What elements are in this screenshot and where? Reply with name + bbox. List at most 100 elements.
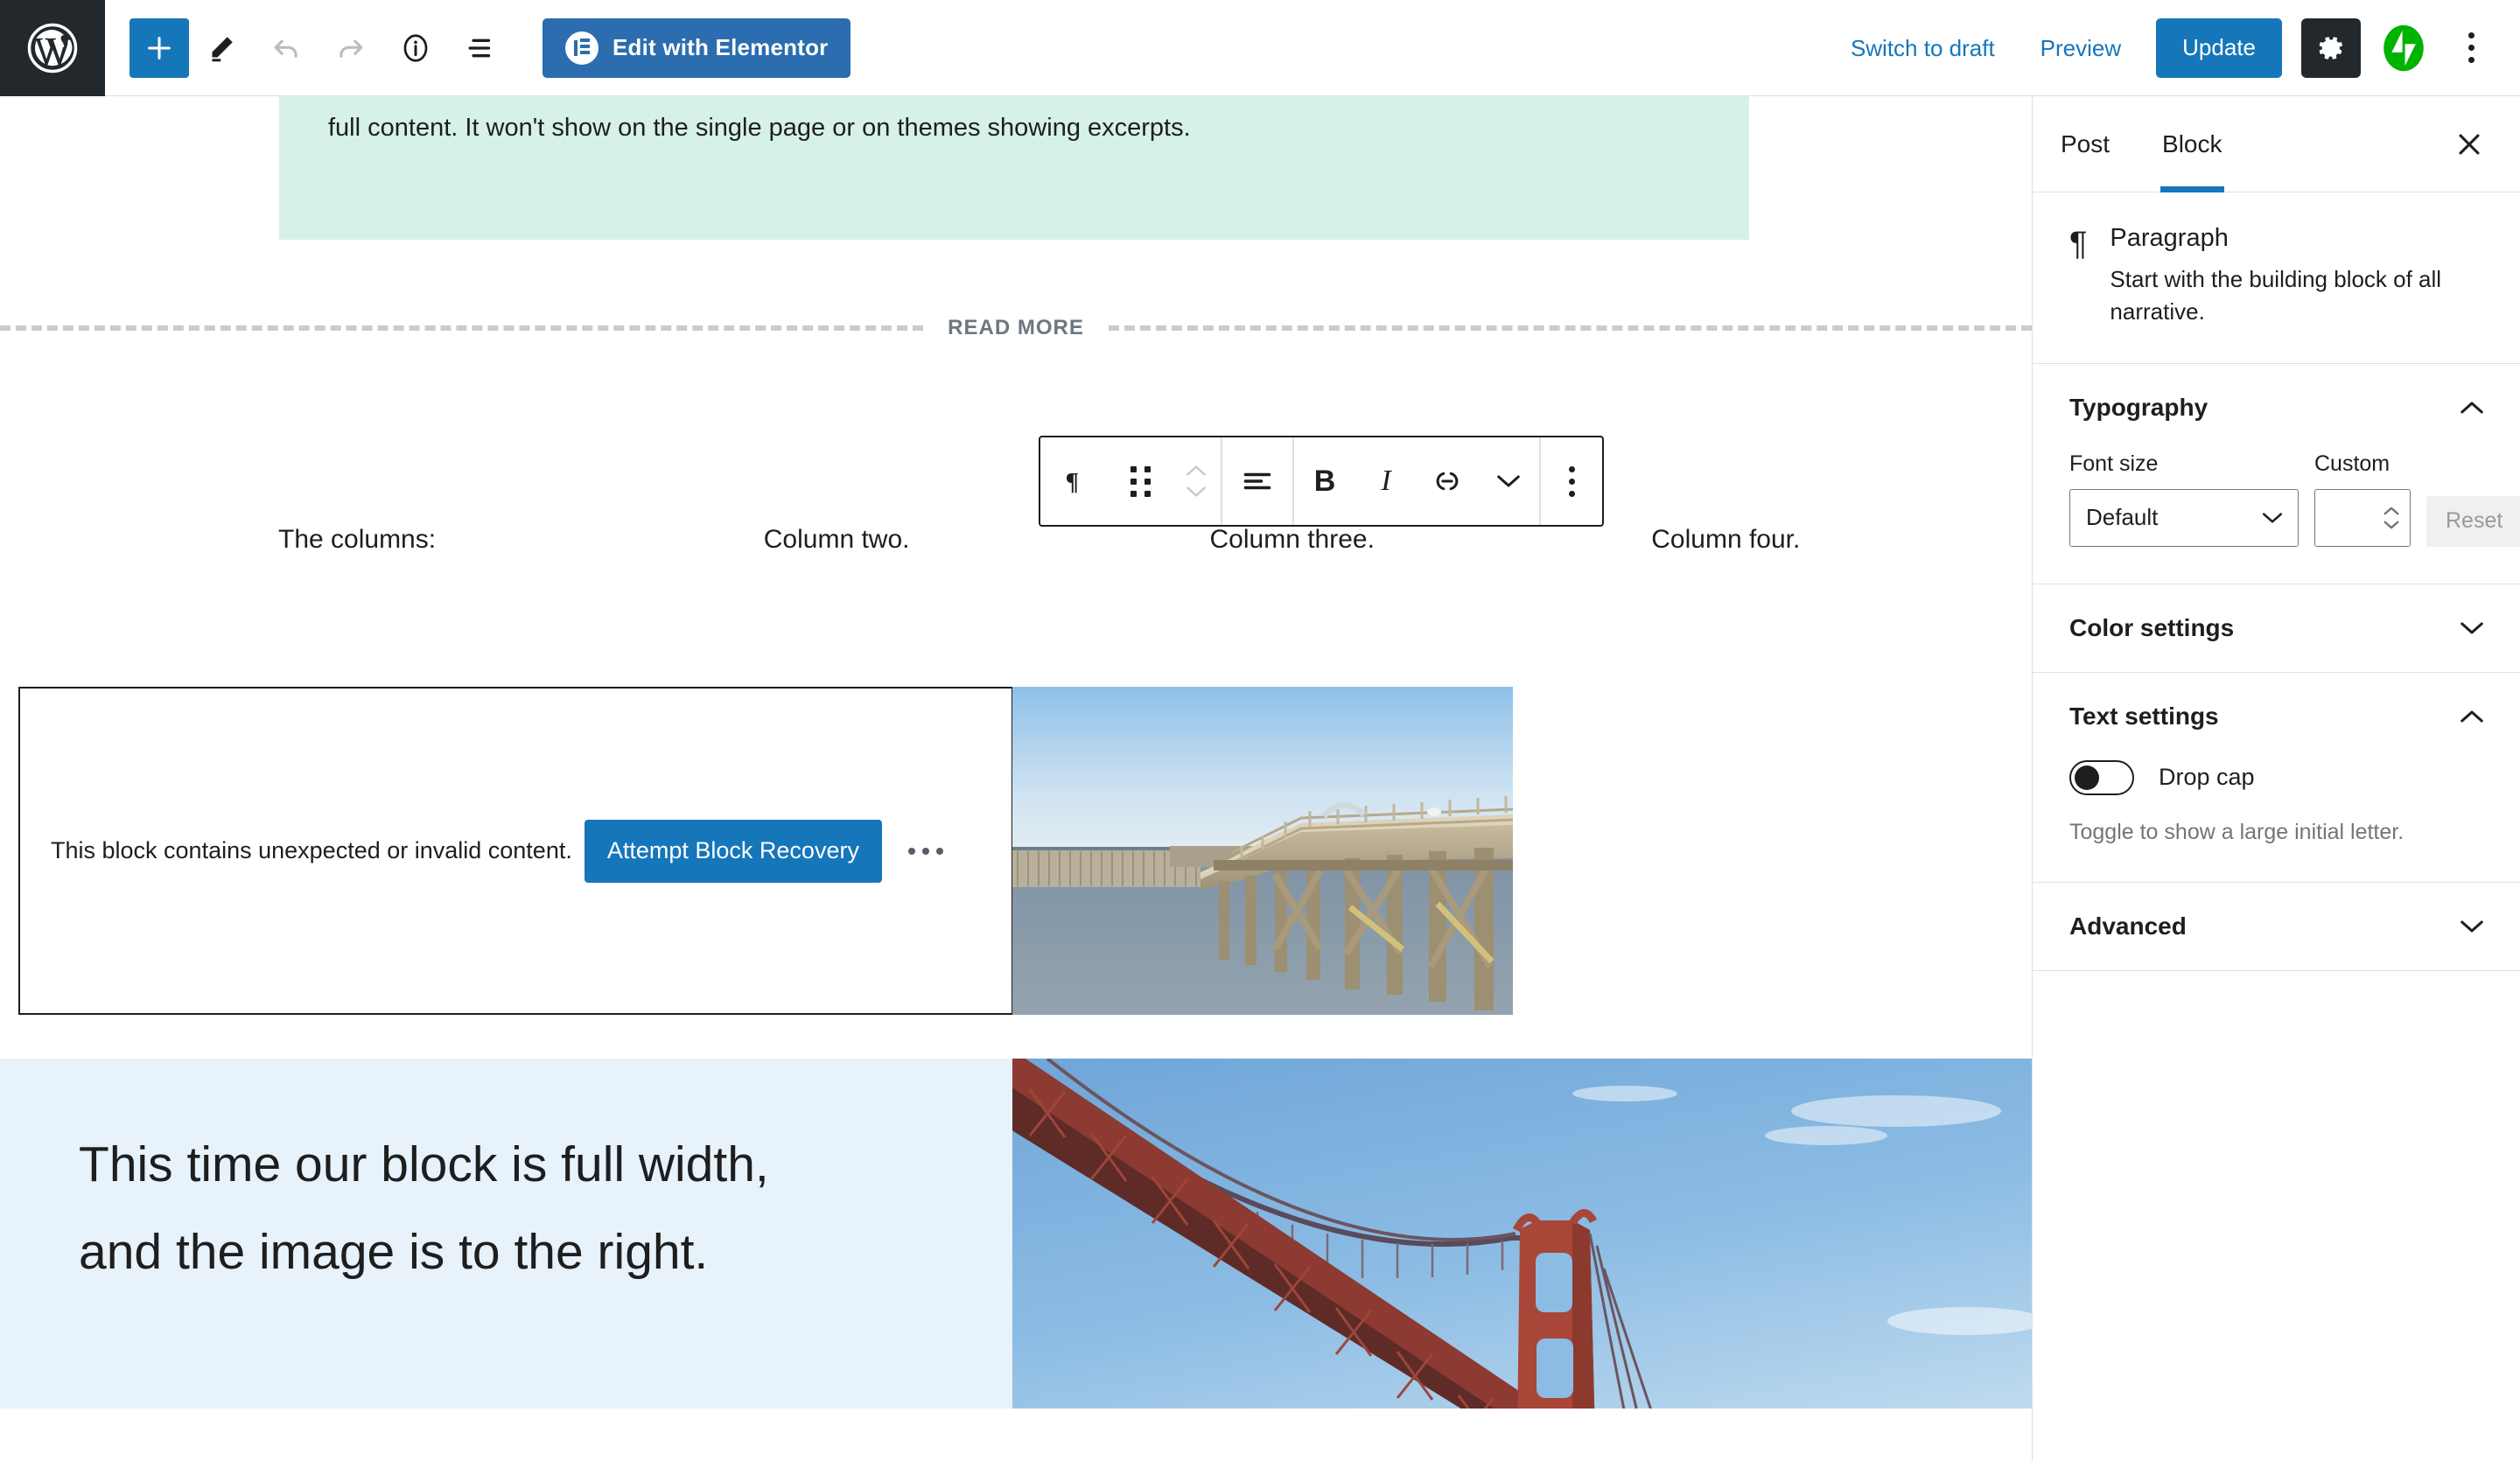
add-block-button[interactable] (130, 18, 189, 78)
font-size-label: Font size (2069, 451, 2299, 477)
kebab-menu-icon (1569, 466, 1575, 497)
panel-advanced: Advanced (2033, 883, 2520, 971)
drop-cap-toggle[interactable] (2069, 760, 2134, 795)
kebab-menu-icon-dot (2468, 32, 2474, 38)
custom-font-size-label: Custom (2314, 451, 2411, 477)
column-2-paragraph[interactable]: Column two. (659, 525, 1144, 604)
elementor-icon (565, 31, 598, 65)
settings-sidebar: Post Block ¶ Paragraph Start with the bu… (2032, 96, 2520, 1461)
close-sidebar-button[interactable] (2441, 116, 2497, 172)
undo-button[interactable] (254, 16, 318, 80)
block-card-title: Paragraph (2110, 224, 2460, 253)
panel-advanced-title: Advanced (2069, 912, 2187, 940)
panel-typography-header[interactable]: Typography (2033, 364, 2520, 451)
custom-font-size-input[interactable] (2314, 489, 2411, 547)
panel-text-settings-header[interactable]: Text settings (2033, 673, 2520, 760)
redo-icon (334, 31, 368, 65)
edit-with-elementor-button[interactable]: Edit with Elementor (542, 18, 850, 78)
block-type-button[interactable]: ¶ (1040, 437, 1110, 525)
jetpack-icon (2379, 24, 2428, 73)
wordpress-logo[interactable] (0, 0, 105, 96)
wordpress-logo-icon (26, 22, 79, 74)
drag-handle-icon (1130, 466, 1152, 497)
custom-font-size-field: Custom (2314, 451, 2411, 547)
plus-icon (144, 33, 174, 63)
media-text-content[interactable]: This time our block is full width, and t… (0, 1059, 1012, 1409)
kebab-menu-icon-dot (2468, 57, 2474, 63)
panel-color-settings-title: Color settings (2069, 614, 2234, 642)
more-options-button[interactable] (2445, 18, 2497, 78)
media-text-line-1: This time our block is full width, (79, 1122, 934, 1209)
undo-icon (270, 31, 303, 65)
panel-advanced-header[interactable]: Advanced (2033, 883, 2520, 970)
jetpack-button[interactable] (2376, 21, 2431, 75)
sidebar-tabs: Post Block (2033, 96, 2520, 192)
block-toolbar: ¶ (1039, 436, 1604, 527)
excerpt-paragraph-block[interactable]: full content. It won't show on the singl… (279, 96, 1749, 240)
chevron-down-icon (1495, 472, 1522, 490)
gear-icon (2316, 33, 2346, 63)
panel-typography: Typography Font size Default (2033, 364, 2520, 584)
block-toolbar-block-group: ¶ (1040, 437, 1221, 525)
attempt-block-recovery-button[interactable]: Attempt Block Recovery (584, 820, 882, 883)
block-card-description: Start with the building block of all nar… (2110, 263, 2460, 328)
chevron-up-icon (2459, 399, 2485, 416)
chevron-up-icon[interactable] (1185, 464, 1208, 478)
chevron-down-icon[interactable] (1185, 485, 1208, 499)
invalid-block[interactable]: This block contains unexpected or invali… (18, 687, 1013, 1015)
drag-handle-button[interactable] (1110, 437, 1172, 525)
panel-color-settings-header[interactable]: Color settings (2033, 584, 2520, 672)
media-text-image[interactable] (1012, 1059, 2032, 1409)
pier-image-block[interactable] (1012, 687, 1513, 1015)
chevron-up-icon[interactable] (2382, 506, 2401, 517)
kebab-menu-icon-dot (2468, 45, 2474, 51)
redo-button[interactable] (318, 16, 383, 80)
panel-color-settings: Color settings (2033, 584, 2520, 673)
settings-button[interactable] (2301, 18, 2361, 78)
panel-typography-body: Font size Default Custom (2033, 451, 2520, 584)
content-info-button[interactable] (383, 16, 448, 80)
columns-block[interactable]: The columns: Column two. Column three. C… (0, 525, 2032, 604)
move-block-buttons[interactable] (1172, 464, 1221, 499)
number-stepper[interactable] (2382, 506, 2401, 530)
list-view-icon (464, 31, 497, 65)
tab-block[interactable]: Block (2136, 96, 2248, 192)
align-text-button[interactable] (1222, 437, 1292, 525)
column-3-paragraph[interactable]: Column three. (1144, 525, 1591, 604)
panel-text-settings-body: Drop cap Toggle to show a large initial … (2033, 760, 2520, 882)
bold-button[interactable]: B (1294, 437, 1355, 525)
update-button[interactable]: Update (2156, 18, 2282, 78)
editor-top-bar: Edit with Elementor Switch to draft Prev… (0, 0, 2520, 96)
read-more-dash-left (0, 325, 923, 331)
media-text-block[interactable]: This time our block is full width, and t… (0, 1059, 2032, 1409)
drop-cap-help-text: Toggle to show a large initial letter. (2069, 820, 2483, 845)
font-size-select[interactable]: Default (2069, 489, 2299, 547)
panel-text-settings-title: Text settings (2069, 703, 2219, 730)
reset-font-size-button[interactable]: Reset (2426, 496, 2520, 547)
more-rich-text-button[interactable] (1478, 437, 1539, 525)
panel-text-settings: Text settings Drop cap Toggle to show a … (2033, 673, 2520, 883)
block-options-button[interactable] (1541, 437, 1602, 525)
ellipsis-icon[interactable] (908, 848, 943, 855)
invalid-block-message: This block contains unexpected or invali… (51, 837, 572, 864)
align-text-icon (1242, 468, 1273, 494)
block-card: ¶ Paragraph Start with the building bloc… (2033, 192, 2520, 364)
chevron-down-icon[interactable] (2382, 519, 2401, 530)
editor-canvas: full content. It won't show on the singl… (0, 96, 2032, 1409)
preview-button[interactable]: Preview (2018, 18, 2144, 78)
column-4-paragraph[interactable]: Column four. (1590, 525, 2032, 604)
column-1-paragraph[interactable]: The columns: (0, 525, 659, 604)
switch-to-draft-button[interactable]: Switch to draft (1828, 18, 2018, 78)
italic-button[interactable]: I (1355, 437, 1417, 525)
paragraph-icon: ¶ (2069, 224, 2087, 328)
tools-button[interactable] (189, 16, 254, 80)
pencil-icon (206, 32, 237, 64)
excerpt-text: full content. It won't show on the singl… (328, 108, 1700, 148)
pier-image (1012, 687, 1513, 1015)
link-button[interactable] (1417, 437, 1478, 525)
panel-typography-title: Typography (2069, 394, 2208, 422)
read-more-block[interactable]: READ MORE (0, 311, 2032, 346)
tab-post[interactable]: Post (2033, 96, 2136, 192)
list-view-button[interactable] (448, 16, 513, 80)
font-size-value: Default (2086, 504, 2158, 531)
